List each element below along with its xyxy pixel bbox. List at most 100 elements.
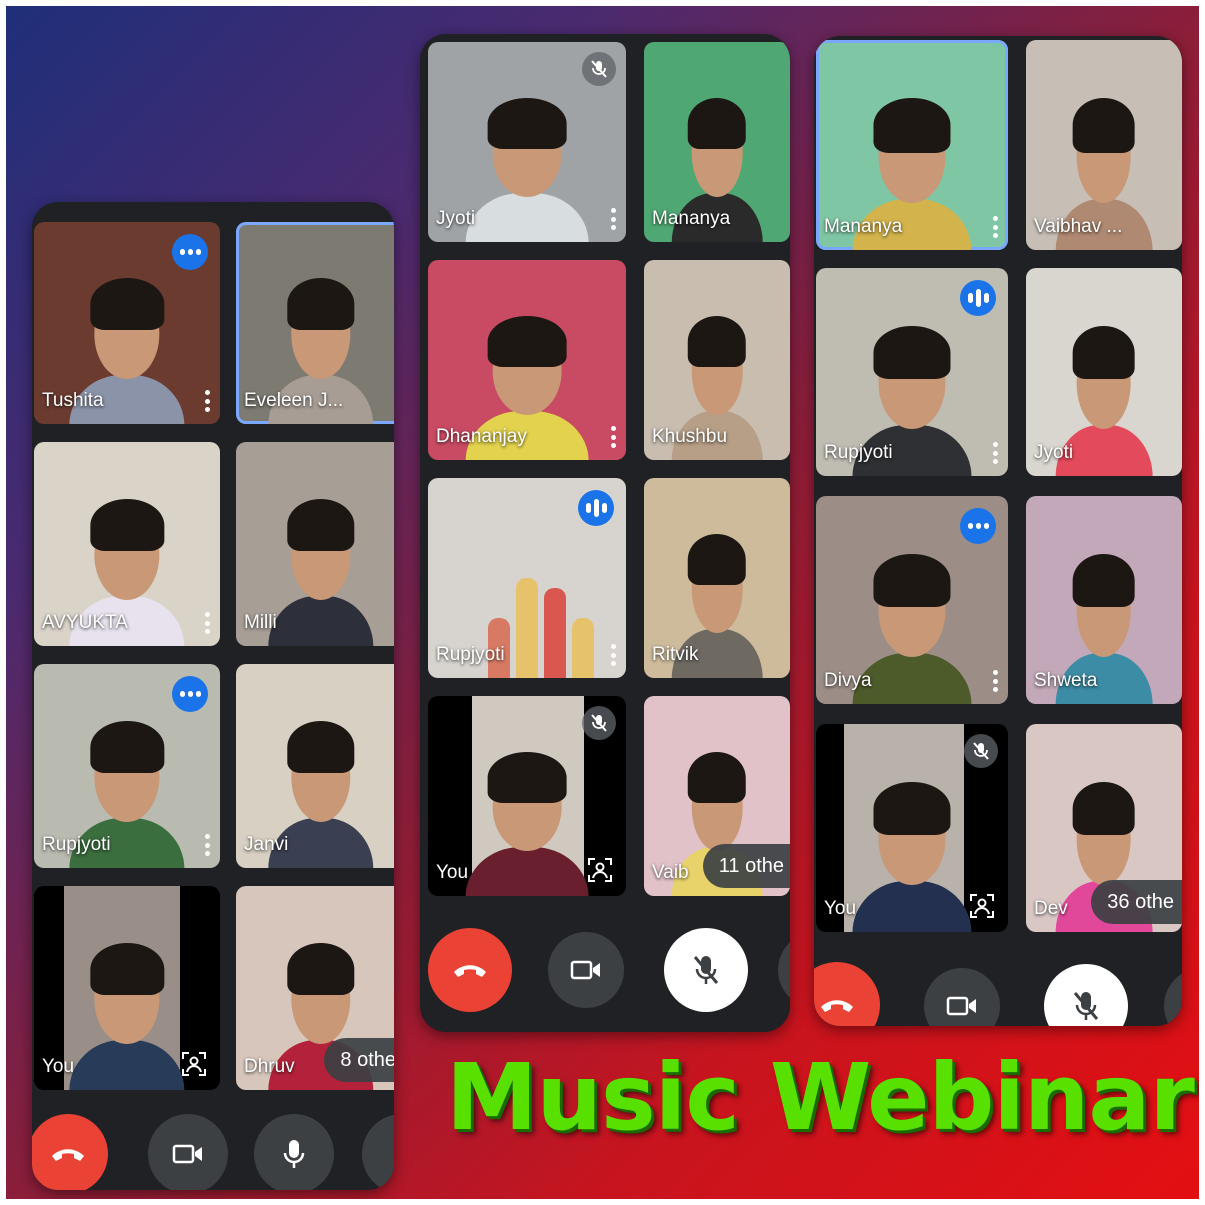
participant-name: Vaibhav ... — [1034, 216, 1123, 237]
participant-tile-divya[interactable]: Divya — [816, 496, 1008, 704]
more-options-button[interactable] — [778, 932, 790, 1008]
participant-name: Rupjyoti — [436, 644, 505, 665]
others-count-chip[interactable]: 8 othe — [324, 1038, 394, 1082]
participant-name: Eveleen J... — [244, 390, 344, 411]
participant-name: Dev — [1034, 898, 1068, 919]
participant-tile-self[interactable]: You — [428, 696, 626, 896]
phone-hangup-icon — [52, 1149, 84, 1161]
microphone-toggle-button[interactable] — [1044, 964, 1128, 1026]
microphone-toggle-button[interactable] — [664, 928, 748, 1012]
participant-tile-rupjyoti[interactable]: Rupjyoti — [34, 664, 220, 868]
participant-tile-tushita[interactable]: Tushita — [34, 222, 220, 424]
video-camera-icon — [172, 1144, 202, 1164]
more-options-button[interactable] — [1164, 968, 1182, 1026]
more-vert-icon[interactable] — [992, 442, 998, 464]
more-vert-icon[interactable] — [204, 834, 210, 856]
more-vert-icon[interactable] — [610, 208, 616, 230]
participant-name: AVYUKTA — [42, 612, 128, 633]
participant-tile-self[interactable]: You — [816, 724, 1008, 932]
end-call-button[interactable] — [32, 1114, 108, 1190]
more-vert-icon[interactable] — [204, 612, 210, 634]
camera-toggle-button[interactable] — [148, 1114, 228, 1190]
self-video — [472, 696, 584, 896]
participant-name: Mananya — [824, 216, 903, 237]
participant-name: Divya — [824, 670, 872, 691]
more-vert-icon[interactable] — [204, 390, 210, 412]
framing-icon[interactable] — [586, 856, 614, 884]
framing-icon[interactable] — [968, 892, 996, 920]
participant-name: Tushita — [42, 390, 104, 411]
participant-name: You — [42, 1056, 75, 1077]
music-webinar-title: Music Webinar — [446, 1044, 1195, 1151]
more-vert-icon[interactable] — [610, 644, 616, 666]
others-count-chip[interactable]: 11 othe — [702, 844, 790, 888]
participant-tile-jyoti[interactable]: Jyoti — [1026, 268, 1182, 476]
camera-toggle-button[interactable] — [924, 968, 1000, 1026]
microphone-off-icon — [693, 956, 719, 984]
collage-background: Tushita Eveleen J... AVYUKTA Milli Rupjy… — [6, 6, 1199, 1199]
end-call-button[interactable] — [814, 962, 880, 1026]
participant-name: Jyoti — [436, 208, 476, 229]
participant-tile-mananya[interactable]: Mananya — [816, 40, 1008, 250]
audio-level-icon — [172, 676, 208, 712]
more-vert-icon[interactable] — [610, 426, 616, 448]
audio-level-icon — [960, 280, 996, 316]
more-options-button[interactable] — [362, 1114, 394, 1190]
participant-video — [465, 94, 589, 242]
participant-name: Dhananjay — [436, 426, 527, 447]
microphone-off-icon — [582, 706, 616, 740]
participant-tile-vaibhav[interactable]: Vaib 11 othe — [644, 696, 790, 896]
participant-tile-ritvik[interactable]: Ritvik — [644, 478, 790, 678]
video-camera-icon — [946, 996, 976, 1016]
participant-name: You — [824, 898, 857, 919]
microphone-off-icon — [1073, 992, 1099, 1020]
camera-toggle-button[interactable] — [548, 932, 624, 1008]
participant-tile-khushbu[interactable]: Khushbu — [644, 260, 790, 460]
participant-name: Khushbu — [652, 426, 728, 447]
participant-tile-rupjyoti[interactable]: Rupjyoti — [428, 478, 626, 678]
participant-tile-self[interactable]: You — [34, 886, 220, 1090]
participant-tile-avyukta[interactable]: AVYUKTA — [34, 442, 220, 646]
framing-icon[interactable] — [180, 1050, 208, 1078]
audio-level-icon — [578, 490, 614, 526]
participant-name: Milli — [244, 612, 277, 633]
participant-tile-jyoti[interactable]: Jyoti — [428, 42, 626, 242]
phone-screenshot-1: Tushita Eveleen J... AVYUKTA Milli Rupjy… — [32, 202, 394, 1190]
microphone-toggle-button[interactable] — [254, 1114, 334, 1190]
video-camera-icon — [570, 960, 600, 980]
participant-name: Janvi — [244, 834, 289, 855]
participant-name: Rupjyoti — [824, 442, 893, 463]
participant-name: Mananya — [652, 208, 731, 229]
end-call-button[interactable] — [428, 928, 512, 1012]
microphone-off-icon — [582, 52, 616, 86]
participant-tile-janvi[interactable]: Janvi — [236, 664, 394, 868]
participant-tile-milli[interactable]: Milli — [236, 442, 394, 646]
participant-name: Vaib — [652, 862, 689, 883]
audio-level-icon — [960, 508, 996, 544]
participant-tile-shweta[interactable]: Shweta — [1026, 496, 1182, 704]
self-video — [64, 886, 180, 1090]
audio-level-icon — [172, 234, 208, 270]
participant-video — [268, 495, 374, 646]
participant-tile-rupjyoti[interactable]: Rupjyoti — [816, 268, 1008, 476]
participant-tile-vaibhav[interactable]: Vaibhav ... — [1026, 40, 1182, 250]
participant-name: Rupjyoti — [42, 834, 111, 855]
participant-name: Shweta — [1034, 670, 1098, 691]
more-vert-icon[interactable] — [992, 670, 998, 692]
participant-tile-dhananjay[interactable]: Dhananjay — [428, 260, 626, 460]
participant-tile-mananya[interactable]: Mananya — [644, 42, 790, 242]
phone-screenshot-3: Mananya Vaibhav ... Rupjyoti Jyoti Divya… — [814, 36, 1182, 1026]
participant-tile-dhruv[interactable]: Dhruv 8 othe — [236, 886, 394, 1090]
more-vert-icon[interactable] — [992, 216, 998, 238]
phone-hangup-icon — [454, 965, 486, 977]
participant-name: Ritvik — [652, 644, 699, 665]
phone-hangup-icon — [821, 1000, 853, 1012]
others-count-chip[interactable]: 36 othe — [1091, 880, 1182, 924]
microphone-icon — [283, 1140, 305, 1168]
participant-name: Jyoti — [1034, 442, 1074, 463]
participant-name: Dhruv — [244, 1056, 295, 1077]
participant-tile-eveleen[interactable]: Eveleen J... — [236, 222, 394, 424]
self-video — [844, 724, 964, 932]
microphone-off-icon — [964, 734, 998, 768]
participant-tile-dev[interactable]: Dev 36 othe — [1026, 724, 1182, 932]
